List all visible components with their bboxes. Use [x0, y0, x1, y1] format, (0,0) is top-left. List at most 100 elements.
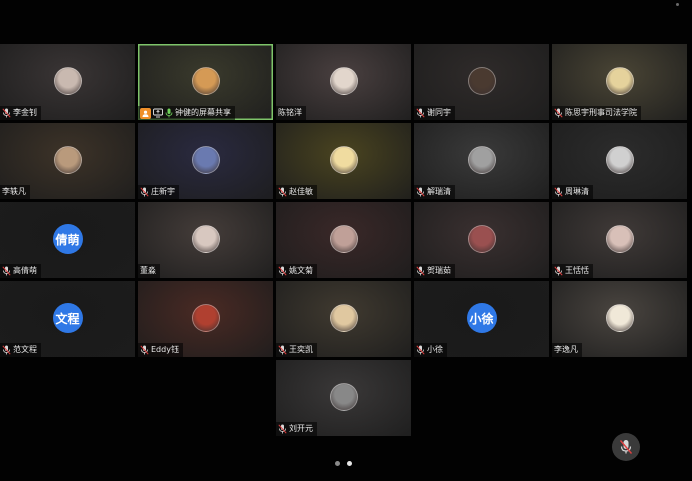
participant-name: 庄新宇 — [151, 187, 175, 196]
participant-tile[interactable]: 赵佳敏 — [276, 123, 411, 199]
participant-name: 周琳清 — [565, 187, 589, 196]
mute-button[interactable] — [612, 433, 640, 461]
participant-name: 赵佳敏 — [289, 187, 313, 196]
participant-name: 陈铭洋 — [278, 108, 302, 117]
avatar — [467, 67, 496, 95]
avatar — [191, 225, 220, 253]
avatar — [605, 146, 634, 174]
participant-tile[interactable]: 陈铭洋 — [276, 44, 411, 120]
participant-name: 贺瑞茹 — [427, 266, 451, 275]
participant-name-bar: 李金钊 — [0, 106, 41, 120]
participant-tile[interactable]: 谢同宇 — [414, 44, 549, 120]
participant-name-bar: 贺瑞茹 — [414, 264, 455, 278]
participant-name: 王恬恬 — [565, 266, 589, 275]
participant-tile[interactable]: 周琳清 — [552, 123, 687, 199]
participant-tile[interactable]: 解瑞清 — [414, 123, 549, 199]
participant-name-bar: 谢同宇 — [414, 106, 455, 120]
participant-tile[interactable]: 李逸凡 — [552, 281, 687, 357]
participant-name-bar: 赵佳敏 — [276, 185, 317, 199]
participant-name: 姚文菊 — [289, 266, 313, 275]
mic-icon — [165, 108, 173, 118]
mic-muted-icon — [278, 345, 287, 355]
participant-name-bar: 范文程 — [0, 343, 41, 357]
mic-muted-icon — [140, 187, 149, 197]
avatar — [467, 225, 496, 253]
participant-name-bar: 陈铭洋 — [276, 106, 306, 120]
participant-name: 刘开元 — [289, 424, 313, 433]
mic-muted-icon — [278, 266, 287, 276]
mic-muted-icon — [554, 108, 563, 118]
screen-share-icon — [153, 108, 163, 118]
participant-tile[interactable]: 庄新宇 — [138, 123, 273, 199]
avatar — [329, 304, 358, 332]
mic-muted-icon — [416, 108, 425, 118]
participant-name: 钟健的屏幕共享 — [175, 108, 231, 117]
participant-tile[interactable]: 小徐 小徐 — [414, 281, 549, 357]
avatar — [329, 225, 358, 253]
mic-muted-icon — [140, 345, 149, 355]
participant-name-bar: 姚文菊 — [276, 264, 317, 278]
avatar — [329, 146, 358, 174]
participant-name: 解瑞清 — [427, 187, 451, 196]
status-dot — [676, 3, 679, 6]
avatar — [605, 304, 634, 332]
participant-name: 谢同宇 — [427, 108, 451, 117]
avatar — [53, 67, 82, 95]
participant-name-bar: 小徐 — [414, 343, 447, 357]
mic-muted-icon — [619, 440, 633, 454]
participant-tile[interactable]: 贺瑞茹 — [414, 202, 549, 278]
participant-name-bar: 王恬恬 — [552, 264, 593, 278]
mic-muted-icon — [278, 424, 287, 434]
page-dot[interactable] — [347, 461, 352, 466]
participant-name-bar: 李轶凡 — [0, 185, 30, 199]
participant-tile[interactable]: 李轶凡 — [0, 123, 135, 199]
participant-name: 小徐 — [427, 345, 443, 354]
participant-tile[interactable]: 李金钊 — [0, 44, 135, 120]
mic-muted-icon — [554, 266, 563, 276]
participant-name-bar: 庄新宇 — [138, 185, 179, 199]
mic-muted-icon — [278, 187, 287, 197]
participant-tile[interactable]: 姚文菊 — [276, 202, 411, 278]
participant-name: 陈思宇刑事司法学院 — [565, 108, 637, 117]
mic-muted-icon — [2, 345, 11, 355]
participant-name: Eddy钰 — [151, 345, 179, 354]
mic-muted-icon — [2, 108, 11, 118]
participant-name-bar: 钟健的屏幕共享 — [138, 106, 235, 120]
participant-tile[interactable]: 倩萌 高倩萌 — [0, 202, 135, 278]
avatar — [329, 383, 358, 411]
participant-tile[interactable]: 董淼 — [138, 202, 273, 278]
participant-name-bar: 董淼 — [138, 264, 160, 278]
participant-tile[interactable]: Eddy钰 — [138, 281, 273, 357]
avatar — [329, 67, 358, 95]
participant-name: 李轶凡 — [2, 187, 26, 196]
participant-tile[interactable]: 陈思宇刑事司法学院 — [552, 44, 687, 120]
participant-name: 李逸凡 — [554, 345, 578, 354]
page-indicator — [335, 461, 352, 466]
avatar-initials: 小徐 — [466, 303, 497, 333]
avatar-initials: 文程 — [52, 303, 83, 333]
participant-tile[interactable]: 王恬恬 — [552, 202, 687, 278]
avatar — [605, 67, 634, 95]
avatar — [191, 146, 220, 174]
participant-tile[interactable]: 王奕凯 — [276, 281, 411, 357]
mic-muted-icon — [416, 187, 425, 197]
participant-name-bar: 李逸凡 — [552, 343, 582, 357]
mic-muted-icon — [2, 266, 11, 276]
participant-tile[interactable]: 刘开元 — [276, 360, 411, 436]
participant-name-bar: 王奕凯 — [276, 343, 317, 357]
avatar — [191, 304, 220, 332]
avatar — [467, 146, 496, 174]
participant-name: 王奕凯 — [289, 345, 313, 354]
page-dot[interactable] — [335, 461, 340, 466]
participant-name-bar: 解瑞清 — [414, 185, 455, 199]
participant-name: 董淼 — [140, 266, 156, 275]
participant-name-bar: 刘开元 — [276, 422, 317, 436]
host-icon — [140, 107, 151, 119]
participant-name: 李金钊 — [13, 108, 37, 117]
participant-tile[interactable]: 钟健的屏幕共享 — [138, 44, 273, 120]
participant-name-bar: 周琳清 — [552, 185, 593, 199]
participant-tile[interactable]: 文程范文程 — [0, 281, 135, 357]
avatar — [53, 146, 82, 174]
participant-name: 范文程 — [13, 345, 37, 354]
participant-name: 高倩萌 — [13, 266, 37, 275]
